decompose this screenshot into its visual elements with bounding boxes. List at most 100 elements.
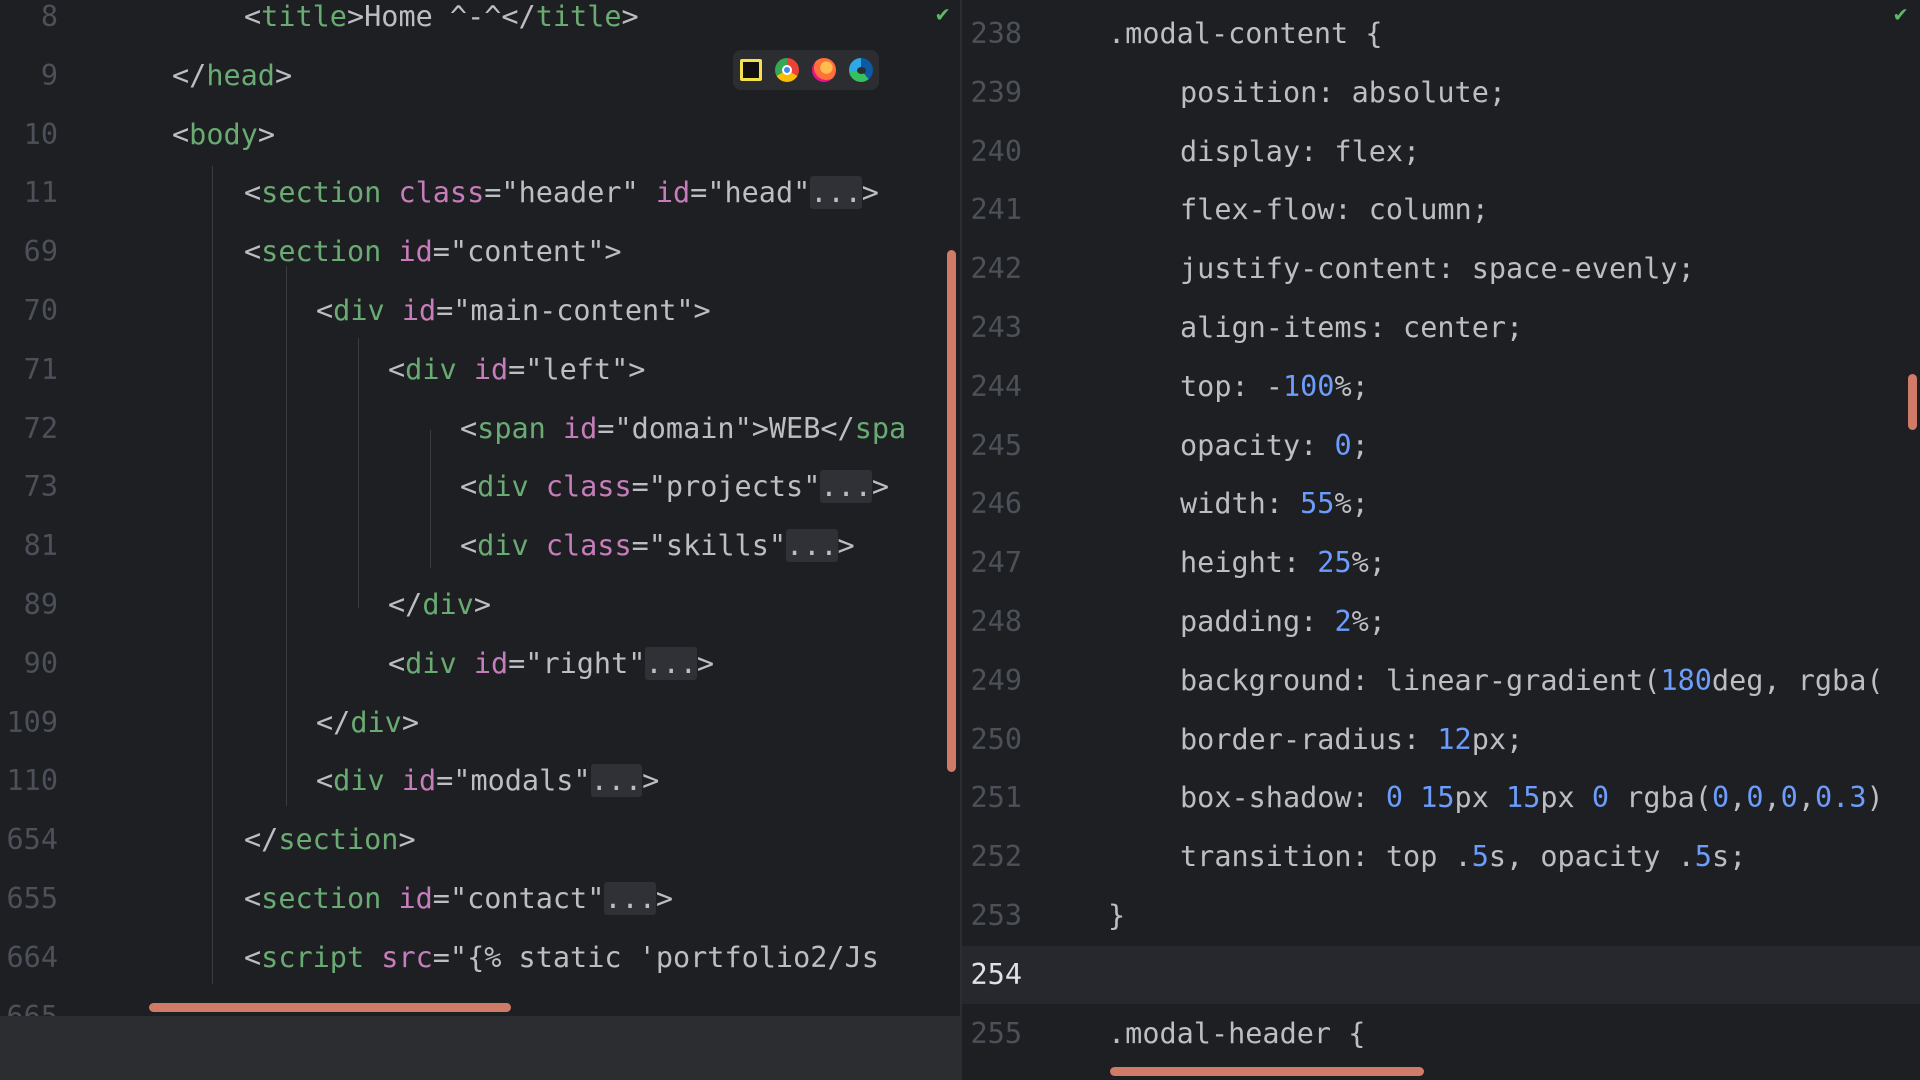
code-text[interactable]: <title>Home ^-^</title> [244, 0, 639, 46]
code-text[interactable]: .modal-header { [1108, 1005, 1365, 1063]
code-text[interactable]: justify-content: space-evenly; [1180, 240, 1695, 298]
code-line[interactable]: 90 <div id="right"...> [0, 635, 960, 693]
code-line[interactable]: 242 justify-content: space-evenly; [962, 240, 1920, 298]
code-text[interactable]: <div id="right"...> [388, 635, 714, 693]
code-token: div [405, 646, 474, 680]
code-line[interactable]: 252 transition: top .5s, opacity .5s; [962, 828, 1920, 886]
code-token: ="header" [484, 176, 656, 210]
code-text[interactable]: height: 25%; [1180, 534, 1386, 592]
code-text[interactable]: </head> [172, 47, 292, 105]
code-token: < [460, 411, 478, 445]
code-line[interactable]: 71 <div id="left"> [0, 341, 960, 399]
code-line[interactable]: 89 </div> [0, 576, 960, 634]
code-line[interactable]: 69 <section id="content"> [0, 223, 960, 281]
code-text[interactable]: <section id="contact"...> [244, 870, 673, 928]
inspection-ok-icon[interactable]: ✔ [936, 2, 949, 27]
chrome-icon[interactable] [774, 58, 799, 82]
code-text[interactable]: display: flex; [1180, 123, 1420, 181]
firefox-icon[interactable] [811, 58, 836, 82]
code-line[interactable]: 243 align-items: center; [962, 299, 1920, 357]
right-editor-pane[interactable]: 238 .modal-content {239 position: absolute… [962, 0, 1920, 1080]
code-line[interactable]: 241 flex-flow: column; [962, 181, 1920, 239]
horizontal-scrollbar-left[interactable] [149, 1003, 511, 1012]
code-token: > [871, 470, 890, 504]
code-line[interactable]: 255 .modal-header { [962, 1005, 1920, 1063]
code-text[interactable]: <section id="content"> [244, 223, 622, 281]
code-text[interactable]: <span id="domain">WEB</spa [460, 400, 906, 458]
code-line[interactable]: 655 <section id="contact"...> [0, 870, 960, 928]
folded-code-marker[interactable]: ... [810, 176, 862, 210]
folded-code-marker[interactable]: ... [604, 882, 656, 915]
code-text[interactable]: <div id="main-content"> [316, 282, 711, 340]
code-text[interactable]: background: linear-gradient(180deg, rgba… [1180, 652, 1884, 710]
inspection-ok-icon-right[interactable]: ✔ [1894, 2, 1907, 27]
code-line[interactable]: 238 .modal-content { [962, 5, 1920, 63]
code-text[interactable]: transition: top .5s, opacity .5s; [1180, 828, 1746, 886]
left-editor-pane[interactable]: 8 <title>Home ^-^</title> 9 </head> 10 <body>… [0, 0, 960, 1080]
code-text[interactable]: opacity: 0; [1180, 417, 1369, 475]
folded-code-marker[interactable]: ... [645, 646, 697, 680]
folded-code-marker[interactable]: ... [590, 764, 643, 798]
code-line[interactable]: 654 </section> [0, 811, 960, 869]
intellij-icon[interactable] [739, 59, 762, 81]
code-line[interactable]: 251 box-shadow: 0 15px 15px 0 rgba(0,0,0,… [962, 769, 1920, 827]
code-token: < [244, 882, 262, 915]
code-text[interactable]: .modal-content { [1108, 5, 1383, 63]
code-text[interactable]: width: 55%; [1180, 475, 1369, 533]
code-line[interactable]: 110 <div id="modals"...> [0, 752, 960, 810]
edge-icon[interactable] [848, 58, 873, 82]
code-text[interactable]: align-items: center; [1180, 299, 1523, 357]
code-line[interactable]: 247 height: 25%; [962, 534, 1920, 592]
code-text[interactable]: <body> [172, 106, 275, 164]
code-text[interactable]: } [1108, 887, 1125, 945]
code-text[interactable]: flex-flow: column; [1180, 181, 1489, 239]
code-text[interactable]: <div class="projects"...> [460, 458, 889, 516]
code-text[interactable]: position: absolute; [1180, 64, 1506, 122]
code-line[interactable]: 73 <div class="projects"...> [0, 458, 960, 516]
code-text[interactable]: <div id="left"> [388, 341, 645, 399]
indent-guide [430, 430, 431, 568]
vertical-scrollbar-left[interactable] [947, 250, 956, 772]
code-line[interactable]: 10 <body> [0, 106, 960, 164]
code-token: ) [1866, 781, 1884, 815]
code-token: span [477, 411, 563, 445]
vertical-scrollbar-right[interactable] [1908, 374, 1917, 430]
code-text[interactable]: </section> [244, 811, 416, 869]
code-line[interactable]: 8 <title>Home ^-^</title> [0, 0, 960, 46]
code-line[interactable]: 244 top: -100%; [962, 358, 1920, 416]
code-text[interactable]: border-radius: 12px; [1180, 711, 1523, 769]
code-line[interactable]: 664 <script src="{% static 'portfolio2/Js [0, 929, 960, 987]
code-line[interactable]: 109 </div> [0, 694, 960, 752]
code-line[interactable]: 245 opacity: 0; [962, 417, 1920, 475]
code-text[interactable]: padding: 2%; [1180, 593, 1386, 651]
code-line[interactable]: 254 [962, 945, 1920, 1004]
folded-code-marker[interactable]: ... [820, 470, 872, 504]
code-text[interactable]: box-shadow: 0 15px 15px 0 rgba(0,0,0,0.3… [1180, 769, 1884, 827]
line-number: 241 [970, 193, 1022, 227]
code-line[interactable]: 248 padding: 2%; [962, 593, 1920, 651]
code-line[interactable]: 240 display: flex; [962, 123, 1920, 181]
code-line[interactable]: 249 background: linear-gradient(180deg, r… [962, 652, 1920, 710]
code-line[interactable]: 72 <span id="domain">WEB</spa [0, 400, 960, 458]
code-line[interactable]: 11 <section class="header" id="head"...> [0, 164, 960, 222]
code-text[interactable]: <script src="{% static 'portfolio2/Js [244, 929, 879, 987]
code-text[interactable]: </div> [316, 694, 419, 752]
code-text[interactable]: <div class="skills"...> [460, 517, 855, 575]
code-line[interactable]: 239 position: absolute; [962, 64, 1920, 122]
code-text[interactable]: <section class="header" id="head"...> [244, 164, 879, 222]
code-token: < [388, 646, 406, 680]
line-number: 90 [23, 646, 58, 680]
code-line[interactable]: 70 <div id="main-content"> [0, 282, 960, 340]
code-text[interactable]: <div id="modals"...> [316, 752, 659, 810]
code-line[interactable]: 246 width: 55%; [962, 475, 1920, 533]
code-token: div [405, 352, 474, 386]
code-line[interactable]: 253} [962, 887, 1920, 945]
code-line[interactable]: 81 <div class="skills"...> [0, 517, 960, 575]
horizontal-scrollbar-right[interactable] [1110, 1067, 1424, 1076]
code-token: < [460, 470, 478, 504]
code-text[interactable]: top: -100%; [1180, 358, 1369, 416]
code-text[interactable]: </div> [388, 576, 491, 634]
folded-code-marker[interactable]: ... [786, 529, 838, 563]
code-line[interactable]: 250 border-radius: 12px; [962, 711, 1920, 769]
code-token: div [477, 470, 546, 504]
